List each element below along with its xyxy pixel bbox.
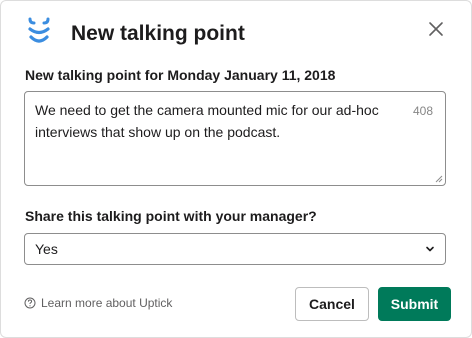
resize-grip-icon[interactable] <box>435 175 443 183</box>
uptick-logo-icon <box>28 17 50 43</box>
share-label: Share this talking point with your manag… <box>25 208 317 224</box>
talking-point-text: We need to get the camera mounted mic fo… <box>35 102 379 140</box>
share-select-value: Yes <box>35 241 58 257</box>
chevron-down-icon <box>426 246 434 252</box>
dialog-title: New talking point <box>71 22 245 45</box>
dialog-header: New talking point <box>27 15 451 53</box>
character-count: 408 <box>412 104 433 118</box>
learn-more-text: Learn more about Uptick <box>41 296 173 310</box>
talking-point-label: New talking point for Monday January 11,… <box>25 67 336 83</box>
submit-button[interactable]: Submit <box>378 287 451 321</box>
talking-point-textarea[interactable]: We need to get the camera mounted mic fo… <box>24 91 446 186</box>
close-icon[interactable] <box>427 20 445 38</box>
learn-more-link[interactable]: Learn more about Uptick <box>24 296 172 310</box>
cancel-button[interactable]: Cancel <box>295 287 369 321</box>
share-select[interactable]: Yes <box>24 233 446 265</box>
help-circle-icon <box>24 297 36 309</box>
new-talking-point-dialog: New talking point New talking point for … <box>0 0 472 338</box>
